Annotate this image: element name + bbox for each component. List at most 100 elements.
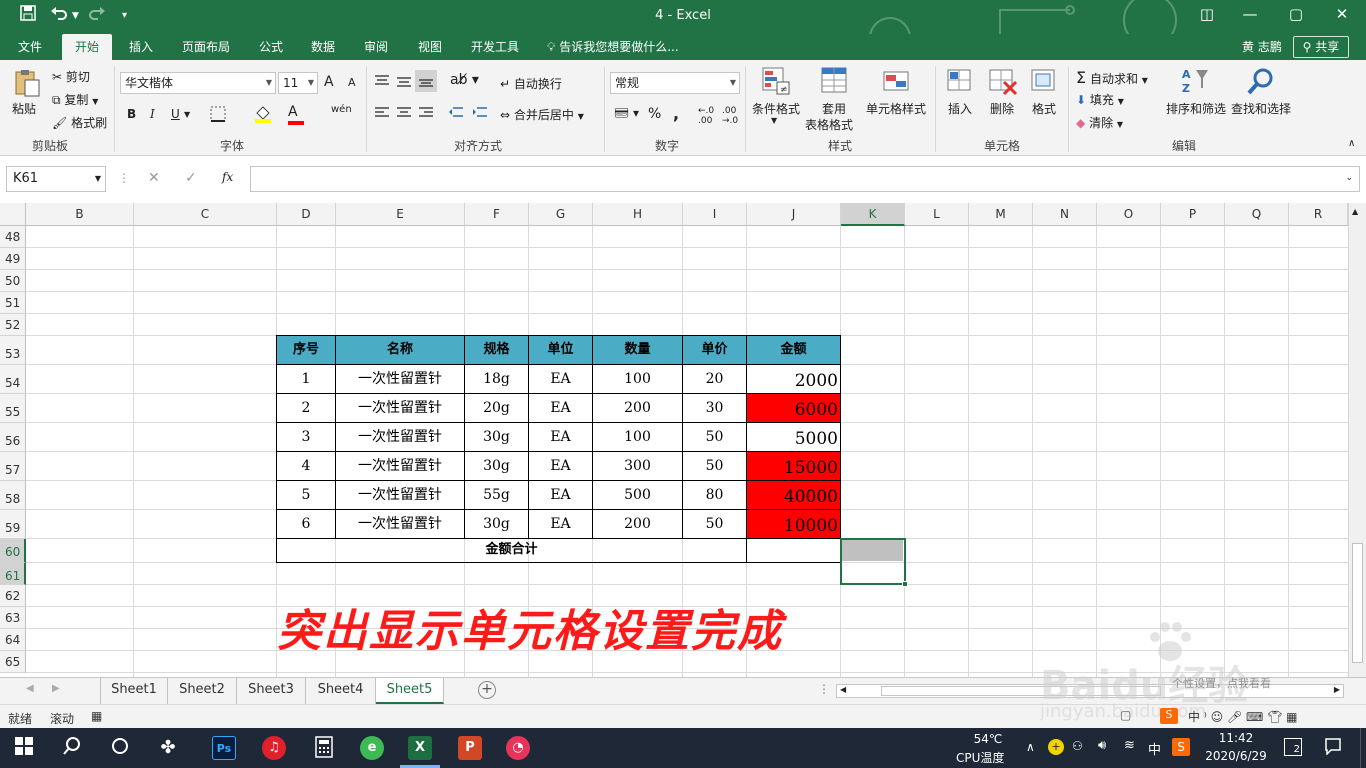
worksheet-grid[interactable]: B C D E F G H I J K L M N O P Q R 48 49 … xyxy=(0,203,1366,677)
align-left-icon[interactable] xyxy=(374,106,390,123)
table-cell-price[interactable]: 50 xyxy=(682,451,747,481)
paste-button[interactable]: 粘贴 xyxy=(12,100,36,117)
table-cell-name[interactable]: 一次性留置针 xyxy=(335,422,465,452)
table-cell-no[interactable]: 1 xyxy=(276,364,336,394)
table-cell-no[interactable]: 5 xyxy=(276,480,336,510)
row-header[interactable]: 55 xyxy=(0,394,26,423)
tab-insert[interactable]: 插入 xyxy=(118,34,164,60)
macro-record-icon[interactable]: ▦ xyxy=(91,709,102,723)
tab-home[interactable]: 开始 xyxy=(62,34,112,60)
table-header-cell[interactable]: 规格 xyxy=(464,335,529,365)
cancel-icon[interactable]: ✕ xyxy=(148,170,160,186)
total-amount-cell[interactable] xyxy=(746,538,841,563)
scrollbar-thumb[interactable] xyxy=(1352,543,1363,663)
table-cell-qty[interactable]: 500 xyxy=(592,480,683,510)
column-header[interactable]: F xyxy=(465,203,529,226)
font-size-select[interactable]: 11 ▼ xyxy=(278,72,318,94)
row-header[interactable]: 63 xyxy=(0,607,26,629)
column-header[interactable]: B xyxy=(26,203,134,226)
sheet-tab[interactable]: Sheet1 xyxy=(100,678,168,704)
notification-count-icon[interactable]: 2 xyxy=(1284,738,1302,756)
tab-formulas[interactable]: 公式 xyxy=(248,34,294,60)
tab-page-layout[interactable]: 页面布局 xyxy=(174,34,238,60)
excel-icon[interactable]: X xyxy=(408,736,432,760)
sort-filter-button[interactable]: 排序和筛选 xyxy=(1166,100,1226,117)
watermark-tip[interactable]: 个性设置，点我看看 xyxy=(1172,675,1271,691)
cell-selection-border[interactable] xyxy=(840,538,906,585)
show-desktop-button[interactable] xyxy=(1360,728,1366,768)
table-cell-unit[interactable]: EA xyxy=(528,480,593,510)
wrap-text-button[interactable]: ↵ 自动换行 xyxy=(500,75,562,92)
column-header[interactable]: G xyxy=(529,203,593,226)
find-select-button[interactable]: 查找和选择 xyxy=(1231,100,1291,117)
border-icon[interactable] xyxy=(210,106,226,125)
column-header[interactable]: P xyxy=(1161,203,1225,226)
column-header[interactable]: D xyxy=(277,203,336,226)
column-header[interactable]: J xyxy=(747,203,841,226)
insert-cells-button[interactable]: 插入 xyxy=(948,100,972,117)
align-top-icon[interactable] xyxy=(374,74,390,91)
table-cell-spec[interactable]: 55g xyxy=(464,480,529,510)
minimize-button[interactable]: — xyxy=(1230,5,1270,23)
netease-music-icon[interactable]: ♫ xyxy=(262,736,286,760)
table-cell-no[interactable]: 4 xyxy=(276,451,336,481)
table-cell-unit[interactable]: EA xyxy=(528,451,593,481)
table-cell-spec[interactable]: 20g xyxy=(464,393,529,423)
increase-indent-icon[interactable] xyxy=(472,106,488,123)
table-cell-unit[interactable]: EA xyxy=(528,509,593,539)
scroll-left-icon[interactable]: ◀ xyxy=(26,683,34,694)
table-cell-qty[interactable]: 200 xyxy=(592,393,683,423)
table-cell-spec[interactable]: 30g xyxy=(464,509,529,539)
underline-button[interactable]: U xyxy=(171,107,180,121)
column-header[interactable]: L xyxy=(905,203,969,226)
format-table-label-2[interactable]: 表格格式 xyxy=(805,116,853,133)
format-cells-icon[interactable] xyxy=(1030,66,1060,96)
table-cell-name[interactable]: 一次性留置针 xyxy=(335,509,465,539)
comma-button[interactable]: , xyxy=(673,104,679,123)
column-header[interactable]: E xyxy=(336,203,465,226)
merge-center-button[interactable]: ⇔ 合并后居中 ▼ xyxy=(500,106,584,123)
table-header-cell[interactable]: 名称 xyxy=(335,335,465,365)
fill-color-icon[interactable] xyxy=(254,104,272,127)
select-all-corner[interactable] xyxy=(0,203,26,226)
column-header[interactable]: R xyxy=(1289,203,1348,226)
percent-button[interactable]: % xyxy=(648,106,661,122)
column-header[interactable]: I xyxy=(683,203,747,226)
sogou-ime-icon[interactable]: S xyxy=(1160,708,1178,724)
table-cell-price[interactable]: 50 xyxy=(682,422,747,452)
tab-review[interactable]: 审阅 xyxy=(353,34,399,60)
clear-button[interactable]: ◆ 清除 ▼ xyxy=(1076,114,1123,131)
name-box[interactable]: K61 ▼ xyxy=(6,166,106,192)
tell-me-search[interactable]: 💡︎ 告诉我您想要做什么... xyxy=(547,34,679,60)
decrease-indent-icon[interactable] xyxy=(448,106,464,123)
table-cell-amount-highlighted[interactable]: 10000 xyxy=(746,509,841,539)
row-header[interactable]: 49 xyxy=(0,248,26,270)
powerpoint-icon[interactable]: P xyxy=(458,736,482,760)
italic-button[interactable]: I xyxy=(150,107,155,121)
table-cell-qty[interactable]: 200 xyxy=(592,509,683,539)
table-cell-amount[interactable]: 5000 xyxy=(746,422,841,452)
find-select-icon[interactable] xyxy=(1246,66,1276,96)
clock-date[interactable]: 2020/6/29 xyxy=(1200,749,1272,763)
column-header[interactable]: M xyxy=(969,203,1033,226)
format-cells-button[interactable]: 格式 xyxy=(1032,100,1056,117)
sheet-tab[interactable]: Sheet2 xyxy=(168,678,237,704)
table-cell-spec[interactable]: 30g xyxy=(464,422,529,452)
cell-styles-button[interactable]: 单元格样式 xyxy=(866,100,926,117)
format-painter-button[interactable]: 🖌︎ 格式刷 xyxy=(52,114,107,131)
row-header[interactable]: 62 xyxy=(0,585,26,607)
conditional-format-icon[interactable]: ≠ xyxy=(761,66,791,96)
row-header[interactable]: 64 xyxy=(0,629,26,651)
row-header-selected[interactable]: 61 xyxy=(0,563,26,585)
table-cell-unit[interactable]: EA xyxy=(528,422,593,452)
table-cell-amount-highlighted[interactable]: 40000 xyxy=(746,480,841,510)
enter-icon[interactable]: ✓ xyxy=(185,170,197,186)
align-middle-icon[interactable] xyxy=(396,74,412,91)
maximize-button[interactable]: ▢ xyxy=(1276,5,1316,23)
scroll-left-icon[interactable]: ◀ xyxy=(840,685,846,694)
row-header[interactable]: 56 xyxy=(0,423,26,452)
increase-decimal-icon[interactable]: ←.0.00 xyxy=(698,106,714,126)
user-name[interactable]: 黄 志鹏 xyxy=(1242,34,1282,60)
sogou-tray-icon[interactable]: S xyxy=(1172,738,1190,756)
total-label-cell[interactable]: 金额合计 xyxy=(276,538,747,563)
